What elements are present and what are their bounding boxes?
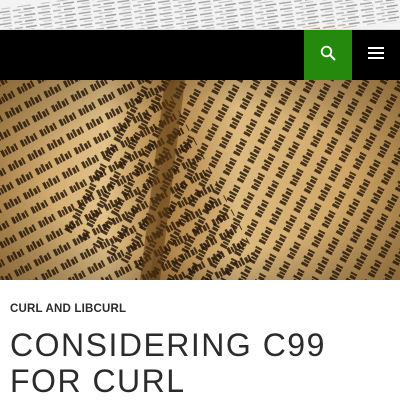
menu-toggle-button[interactable] xyxy=(352,30,400,80)
site-banner-image xyxy=(0,0,400,30)
site-header xyxy=(0,30,400,80)
search-icon xyxy=(320,45,336,66)
search-button[interactable] xyxy=(304,30,352,80)
hamburger-menu-icon xyxy=(368,46,384,65)
featured-image[interactable] xyxy=(0,80,400,280)
post-category-link[interactable]: CURL AND LIBCURL xyxy=(10,303,126,315)
post-title[interactable]: CONSIDERING C99 FOR CURL xyxy=(10,327,400,399)
